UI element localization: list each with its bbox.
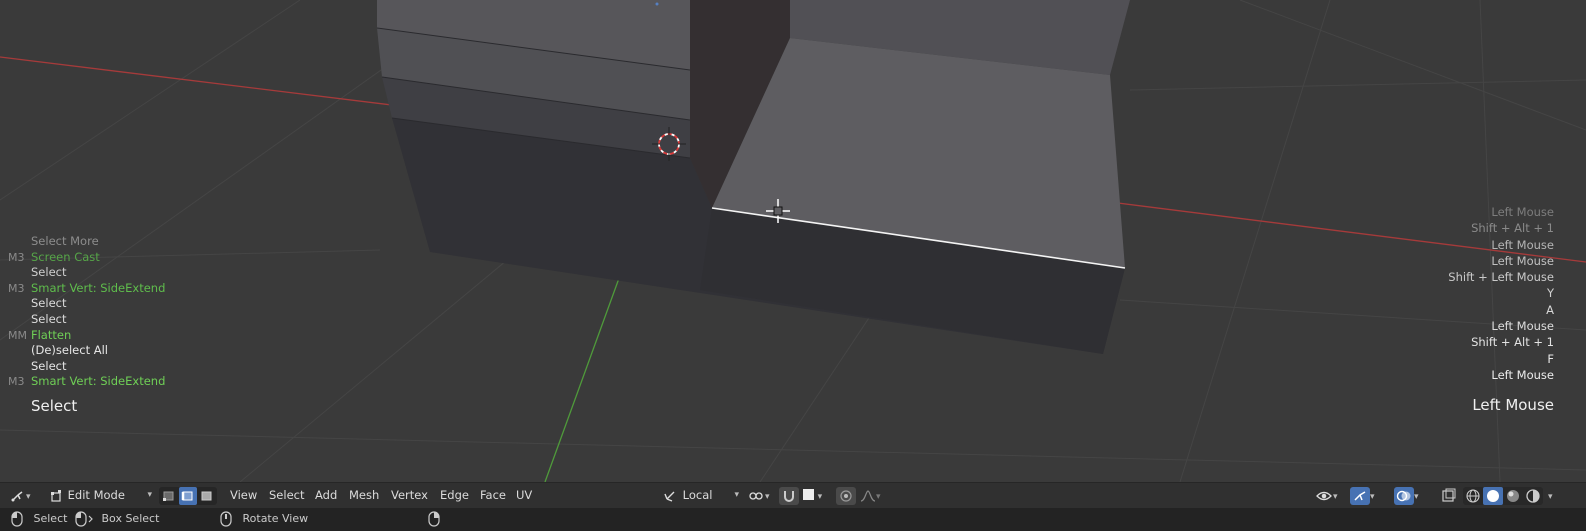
log-row-8: Select: [31, 358, 67, 373]
key-row-10: Left Mouse: [1491, 367, 1554, 382]
last-operation: Select: [31, 397, 78, 415]
orientation-label: Local: [682, 488, 713, 502]
status-left-click: Select: [10, 508, 67, 531]
falloff-curve-icon: [860, 489, 876, 502]
status-select-label: Select: [33, 512, 68, 525]
editor-type-icon: [11, 490, 23, 501]
solid-shading-icon[interactable]: [1483, 487, 1503, 505]
material-shading-icon[interactable]: [1503, 487, 1523, 505]
orientation-axes-icon: [664, 491, 675, 502]
log-row-1: M3 Screen Cast: [8, 249, 100, 264]
status-bar: Select Box Select Rotate View: [0, 508, 1586, 531]
overlays-dropdown[interactable]: ▾: [1394, 483, 1419, 509]
edit-mode-icon: [51, 489, 61, 502]
rendered-shading-icon[interactable]: [1523, 487, 1543, 505]
snap-increment-icon: [803, 489, 814, 500]
status-box-select-label: Box Select: [101, 512, 160, 525]
key-row-5: Y: [1546, 286, 1554, 301]
proportional-edit-icon: [840, 490, 852, 502]
menu-add[interactable]: Add: [315, 483, 337, 509]
menu-face[interactable]: Face: [480, 483, 506, 509]
origin-dot: [655, 2, 659, 6]
log-row-6: MM Flatten: [8, 327, 72, 342]
drag-mouse-icon: [75, 511, 93, 527]
menu-vertex[interactable]: Vertex: [391, 483, 428, 509]
viewport-header: ▾ Edit Mode ▾ View Select Add Mesh Verte…: [0, 482, 1586, 509]
menu-edge[interactable]: Edge: [440, 483, 469, 509]
log-row-5: Select: [31, 311, 67, 326]
xray-toggle[interactable]: [1439, 487, 1459, 505]
pivot-point-icon: [749, 491, 763, 500]
menu-select[interactable]: Select: [269, 483, 304, 509]
last-key: Left Mouse: [1472, 396, 1554, 414]
left-mouse-icon: [11, 511, 23, 527]
gizmo-icon: [1350, 486, 1370, 505]
3d-viewport[interactable]: Select More M3 Screen Cast Select M3 Smart…: [0, 0, 1586, 482]
key-row-6: A: [1546, 302, 1554, 317]
status-rotate-view-label: Rotate View: [242, 512, 309, 525]
editor-type-menu[interactable]: ▾: [10, 483, 31, 509]
key-row-3: Left Mouse: [1491, 253, 1554, 268]
edge-select-icon[interactable]: [179, 487, 197, 505]
status-rotate-view: Rotate View: [219, 508, 308, 531]
key-row-1: Shift + Alt + 1: [1471, 221, 1554, 236]
log-row-0: Select More: [31, 234, 99, 248]
shading-mode-group: [1463, 487, 1543, 505]
key-row-4: Shift + Left Mouse: [1448, 270, 1554, 285]
visibility-dropdown[interactable]: ▾: [1315, 483, 1338, 509]
menu-view[interactable]: View: [230, 483, 257, 509]
mode-label: Edit Mode: [67, 488, 125, 502]
status-box-select: Box Select: [74, 508, 159, 531]
log-row-9: M3 Smart Vert: SideExtend: [8, 374, 166, 389]
status-right-click: [427, 508, 441, 531]
mode-dropdown[interactable]: Edit Mode ▾: [50, 483, 152, 509]
snap-magnet-icon: [784, 491, 794, 502]
pivot-point-dropdown[interactable]: ▾: [747, 483, 770, 509]
visibility-eye-icon: [1316, 491, 1332, 500]
wireframe-shading-icon[interactable]: [1463, 487, 1483, 505]
shading-options-dropdown[interactable]: ▾: [1548, 483, 1553, 509]
transform-orientation-dropdown[interactable]: Local ▾: [663, 483, 739, 509]
xray-icon: [1442, 488, 1456, 502]
key-row-7: Left Mouse: [1491, 319, 1554, 334]
log-row-2: Select: [31, 265, 67, 280]
select-mode-group: [159, 487, 217, 505]
key-row-0: Left Mouse: [1491, 205, 1554, 219]
log-row-7: (De)select All: [31, 343, 108, 358]
menu-uv[interactable]: UV: [516, 483, 532, 509]
operator-log: Select More M3 Screen Cast Select M3 Smart…: [0, 234, 260, 390]
falloff-dropdown[interactable]: ▾: [860, 483, 881, 509]
snap-target-dropdown[interactable]: ▾: [803, 483, 822, 509]
middle-mouse-icon: [220, 511, 232, 527]
gizmo-dropdown[interactable]: ▾: [1350, 483, 1375, 509]
proportional-edit-toggle[interactable]: [836, 487, 856, 505]
key-row-2: Left Mouse: [1491, 237, 1554, 252]
face-select-icon[interactable]: [198, 487, 216, 505]
vertex-select-icon[interactable]: [160, 487, 178, 505]
snap-toggle[interactable]: [779, 487, 799, 505]
log-row-4: Select: [31, 296, 67, 311]
key-row-8: Shift + Alt + 1: [1471, 335, 1554, 350]
overlays-icon: [1394, 486, 1414, 505]
right-mouse-icon: [428, 511, 440, 527]
log-row-3: M3 Smart Vert: SideExtend: [8, 280, 166, 295]
key-row-9: F: [1547, 351, 1554, 366]
menu-mesh[interactable]: Mesh: [349, 483, 379, 509]
key-log: Left Mouse Shift + Alt + 1 Left Mouse Le…: [1314, 204, 1554, 383]
